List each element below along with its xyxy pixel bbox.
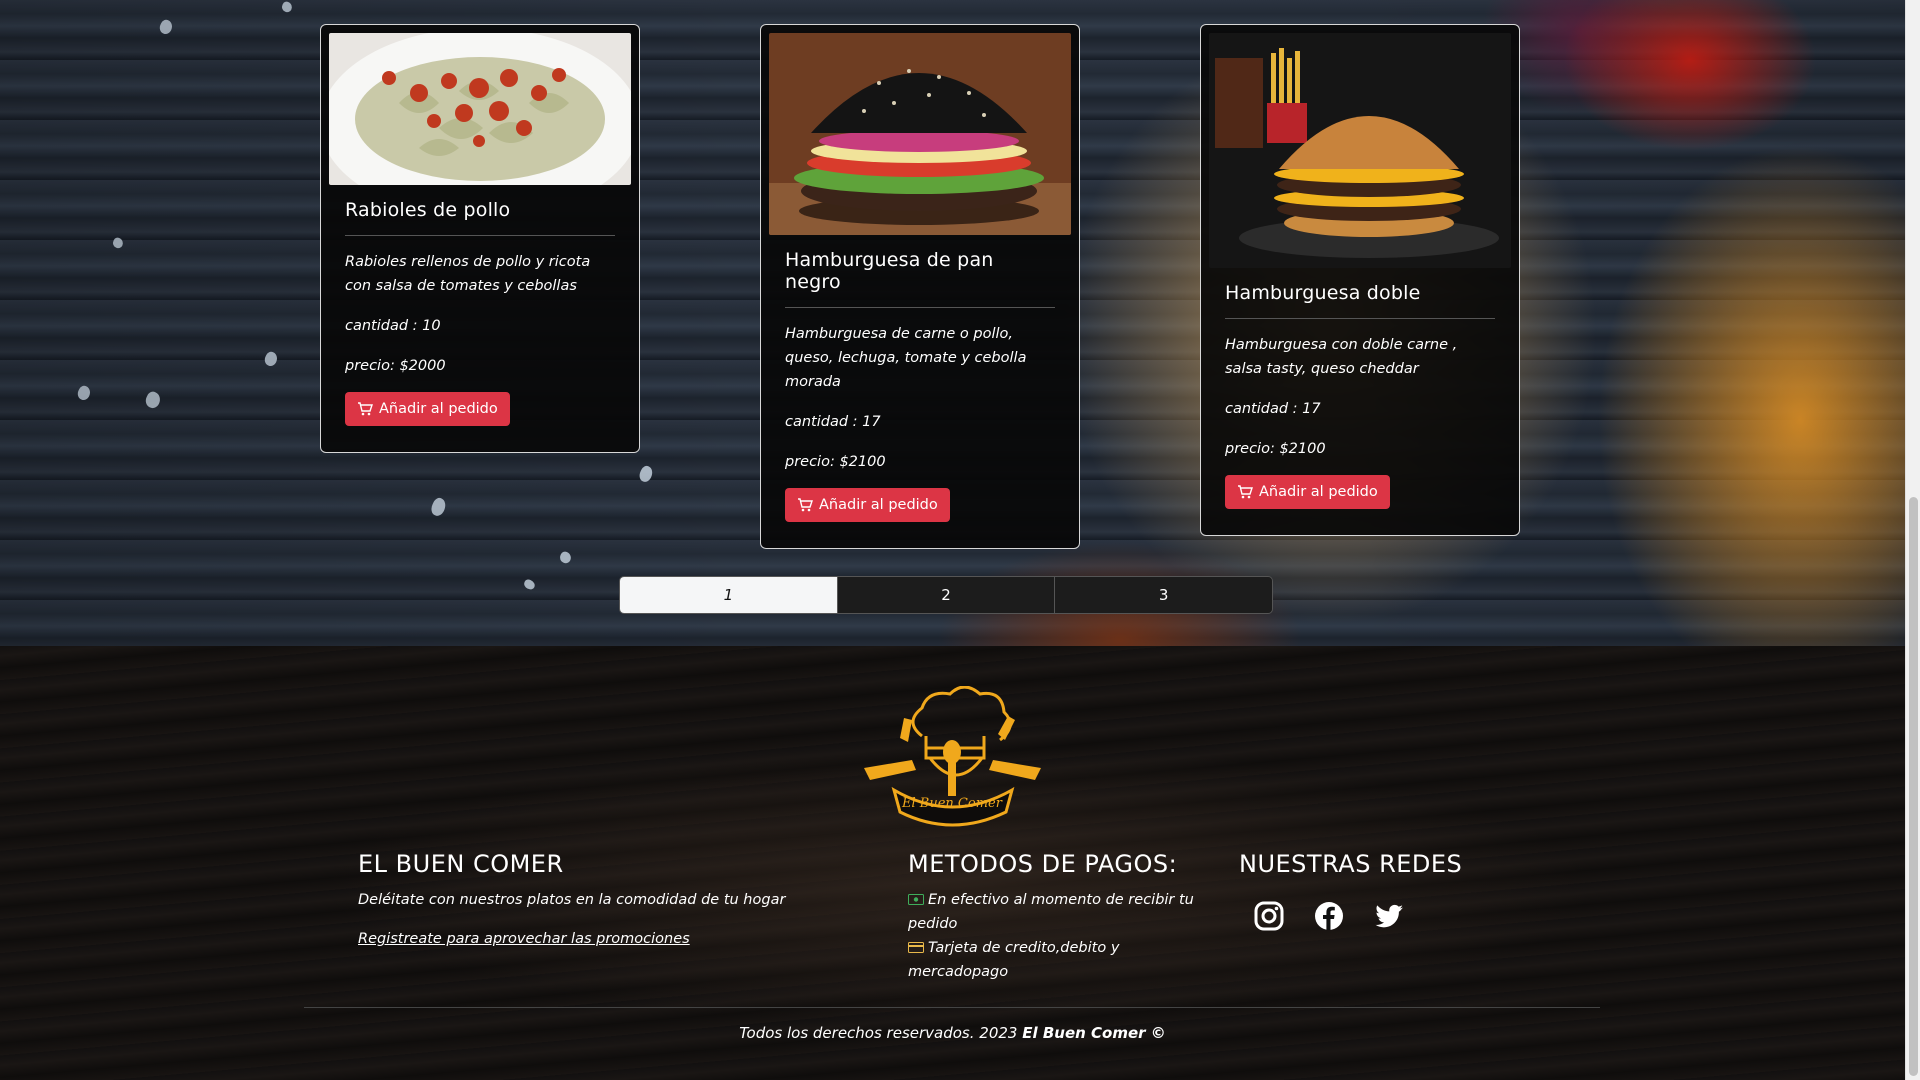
- product-card: Hamburguesa de pan negro Hamburguesa de …: [760, 24, 1080, 549]
- page-1-button[interactable]: 1: [620, 577, 837, 613]
- footer-brand-column: EL BUEN COMER Deléitate con nuestros pla…: [358, 850, 838, 947]
- payment-cash: En efectivo al momento de recibir tu ped…: [908, 888, 1208, 936]
- product-card: Rabioles de pollo Rabioles rellenos de p…: [320, 24, 640, 453]
- cart-icon: [358, 402, 373, 416]
- add-to-order-label: Añadir al pedido: [379, 401, 498, 417]
- add-to-order-label: Añadir al pedido: [1259, 484, 1378, 500]
- logo-text: El Buen Comer: [901, 796, 1003, 811]
- product-description: Hamburguesa de carne o pollo, queso, lec…: [785, 326, 1027, 390]
- add-to-order-button[interactable]: Añadir al pedido: [785, 488, 950, 522]
- footer-payments-column: METODOS DE PAGOS: En efectivo al momento…: [908, 850, 1208, 984]
- footer-brand-heading: EL BUEN COMER: [358, 850, 564, 878]
- salt-crystal: [280, 0, 294, 14]
- twitter-icon[interactable]: [1373, 900, 1405, 932]
- cart-icon: [1238, 485, 1253, 499]
- payment-cash-text: En efectivo al momento de recibir tu ped…: [908, 892, 1194, 932]
- credit-card-icon: [908, 942, 924, 953]
- payment-card: Tarjeta de credito,debito y mercadopago: [908, 936, 1208, 984]
- page-3-button[interactable]: 3: [1054, 577, 1272, 613]
- pagination: 1 2 3: [619, 576, 1273, 614]
- copyright-brand: El Buen Comer ©: [1022, 1024, 1166, 1042]
- footer-divider: [304, 1007, 1600, 1008]
- copyright: Todos los derechos reservados. 2023 El B…: [0, 1024, 1905, 1042]
- register-link[interactable]: Registreate para aprovechar las promocio…: [358, 931, 690, 947]
- product-description: Rabioles rellenos de pollo y ricota con …: [345, 254, 591, 294]
- salt-crystal: [262, 350, 280, 368]
- social-heading: NUESTRAS REDES: [1239, 850, 1463, 878]
- product-title: Hamburguesa de pan negro: [785, 249, 1055, 308]
- facebook-icon[interactable]: [1313, 900, 1345, 932]
- page-2-button[interactable]: 2: [836, 577, 1055, 613]
- salt-crystal: [111, 236, 125, 250]
- salt-crystal: [75, 384, 93, 402]
- payment-card-text: Tarjeta de credito,debito y mercadopago: [908, 940, 1120, 980]
- salt-crystal: [558, 550, 573, 565]
- product-price: precio: $2100: [1225, 441, 1326, 457]
- product-image-ravioli: [329, 33, 631, 185]
- cart-icon: [798, 498, 813, 512]
- salt-crystal: [637, 464, 655, 484]
- copyright-text: Todos los derechos reservados. 2023: [739, 1024, 1018, 1042]
- product-price: precio: $2000: [345, 358, 446, 374]
- product-description: Hamburguesa con doble carne , salsa tast…: [1225, 337, 1458, 377]
- salt-crystal: [522, 578, 537, 591]
- footer-tagline: Deléitate con nuestros platos en la como…: [358, 892, 786, 908]
- salt-crystal: [143, 389, 163, 411]
- product-image-black-burger: [769, 33, 1071, 235]
- chef-logo: El Buen Comer: [864, 686, 1041, 827]
- salt-crystal: [157, 18, 175, 36]
- add-to-order-button[interactable]: Añadir al pedido: [345, 392, 510, 426]
- instagram-icon[interactable]: [1253, 900, 1285, 932]
- product-price: precio: $2100: [785, 454, 886, 470]
- cash-icon: [908, 894, 924, 905]
- product-quantity: cantidad : 10: [345, 318, 441, 334]
- scrollbar-thumb[interactable]: [1909, 497, 1918, 1076]
- product-quantity: cantidad : 17: [785, 414, 881, 430]
- page-scrollbar[interactable]: [1905, 0, 1920, 1080]
- salt-crystal: [428, 496, 449, 518]
- add-to-order-button[interactable]: Añadir al pedido: [1225, 475, 1390, 509]
- product-title: Hamburguesa doble: [1225, 282, 1495, 319]
- product-card: Hamburguesa doble Hamburguesa con doble …: [1200, 24, 1520, 536]
- footer: El Buen Comer EL BUEN COMER Deléitate co…: [0, 646, 1905, 1080]
- product-quantity: cantidad : 17: [1225, 401, 1321, 417]
- product-image-double-burger: [1209, 33, 1511, 268]
- add-to-order-label: Añadir al pedido: [819, 497, 938, 513]
- footer-social-column: NUESTRAS REDES: [1239, 850, 1539, 932]
- payments-heading: METODOS DE PAGOS:: [908, 850, 1178, 878]
- product-title: Rabioles de pollo: [345, 199, 615, 236]
